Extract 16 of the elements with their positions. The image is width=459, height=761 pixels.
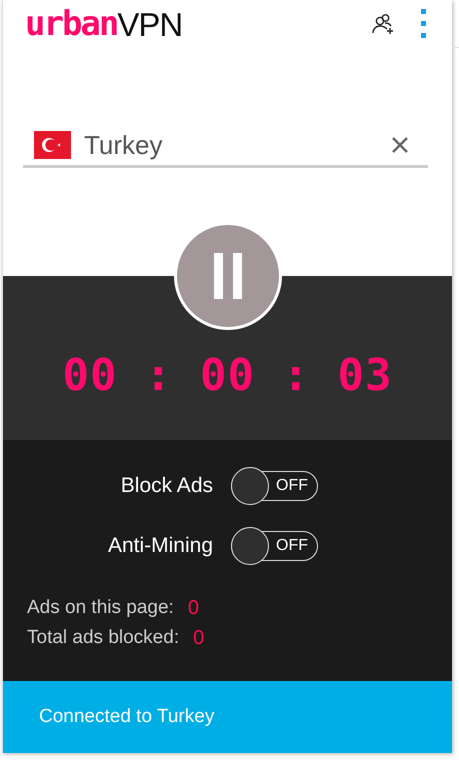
pause-icon [214, 253, 242, 299]
stat-label: Ads on this page: [27, 597, 174, 619]
stat-value: 0 [188, 596, 199, 620]
stat-label: Total ads blocked: [27, 627, 180, 649]
location-value: Turkey [84, 130, 164, 160]
status-text: Connected to Turkey [39, 706, 214, 728]
stat-value: 0 [193, 626, 204, 650]
toggle-label: Block Ads [120, 474, 213, 498]
urban-vpn-logo: urbanVPN [25, 6, 182, 40]
close-icon[interactable] [392, 137, 408, 153]
add-user-icon[interactable] [371, 12, 395, 36]
turkey-flag-icon [34, 131, 71, 159]
location-field[interactable]: Turkey [23, 125, 428, 168]
session-timer: 00 : 00 : 03 [62, 349, 392, 403]
toggle-label: Anti-Mining [106, 534, 213, 558]
menu-icon[interactable] [421, 8, 427, 38]
